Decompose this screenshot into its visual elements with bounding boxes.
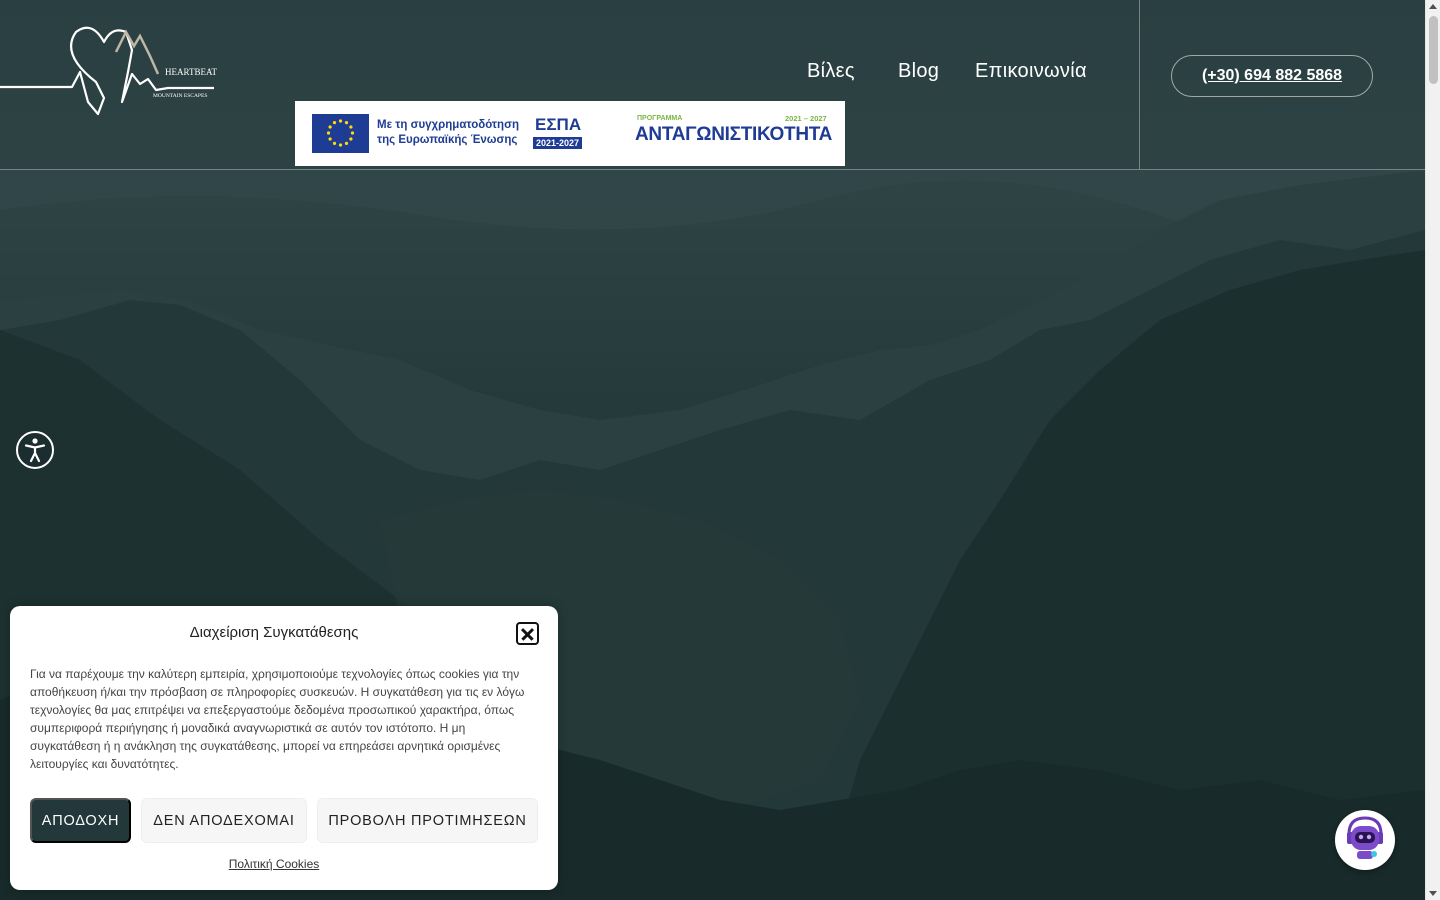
site-logo[interactable]: HEARTBEAT MOUNTAIN ESCAPES [0, 24, 220, 120]
scrollbar-thumb[interactable] [1429, 16, 1438, 84]
cookie-consent-dialog: Διαχείριση Συγκατάθεσης Για να παρέχουμε… [10, 606, 558, 890]
page-scrollbar[interactable] [1425, 0, 1440, 900]
nav-contact[interactable]: Επικοινωνία [975, 60, 1105, 83]
espa-banner[interactable]: Με τη συγχρηματοδότηση της Ευρωπαϊκής Έν… [295, 101, 845, 166]
espa-years: 2021-2027 [533, 137, 583, 149]
accessibility-button[interactable] [16, 431, 54, 469]
accessibility-icon [24, 438, 46, 463]
view-preferences-button[interactable]: ΠΡΟΒΟΛΗ ΠΡΟΤΙΜΗΣΕΩΝ [317, 798, 538, 843]
logo-name: HEARTBEAT [165, 67, 217, 77]
programme-years: 2021 – 2027 [785, 114, 827, 123]
phone-button[interactable]: (+30) 694 882 5868 [1171, 55, 1373, 97]
nav-villas[interactable]: Βίλες [807, 60, 867, 83]
heartbeat-logo-icon: HEARTBEAT MOUNTAIN ESCAPES [0, 26, 217, 116]
eu-flag-icon [312, 114, 369, 153]
deny-button[interactable]: ΔΕΝ ΑΠΟΔΕΧΟΜΑΙ [141, 798, 307, 843]
espa-title: ΕΣΠΑ [535, 115, 582, 134]
logo-tagline: MOUNTAIN ESCAPES [153, 93, 207, 99]
espa-logo: ΕΣΠΑ 2021-2027 [527, 113, 589, 153]
scroll-down-arrow-icon[interactable] [1429, 891, 1437, 896]
programme-label: ΠΡΟΓΡΑΜΜΑ [637, 115, 683, 122]
cookie-body: Για να παρέχουμε την καλύτερη εμπειρία, … [30, 667, 525, 771]
cookie-title: Διαχείριση Συγκατάθεσης [189, 624, 359, 641]
robot-icon [1339, 814, 1391, 866]
accept-button[interactable]: ΑΠΟΔΟΧΗ [30, 798, 131, 843]
cookie-policy-link[interactable]: Πολιτική Cookies [10, 857, 538, 871]
nav-blog[interactable]: Blog [898, 60, 948, 83]
cofunding-text: Με τη συγχρηματοδότηση της Ευρωπαϊκής Έν… [377, 119, 519, 146]
site-header: HEARTBEAT MOUNTAIN ESCAPES Βίλες Blog Επ… [0, 0, 1425, 170]
close-icon[interactable] [516, 622, 539, 645]
header-divider [1139, 0, 1140, 169]
chatbot-launcher[interactable] [1335, 810, 1395, 870]
programme-name: ΑΝΤΑΓΩΝΙΣΤΙΚΟΤΗΤΑ [635, 124, 833, 145]
scroll-up-arrow-icon[interactable] [1429, 4, 1437, 9]
